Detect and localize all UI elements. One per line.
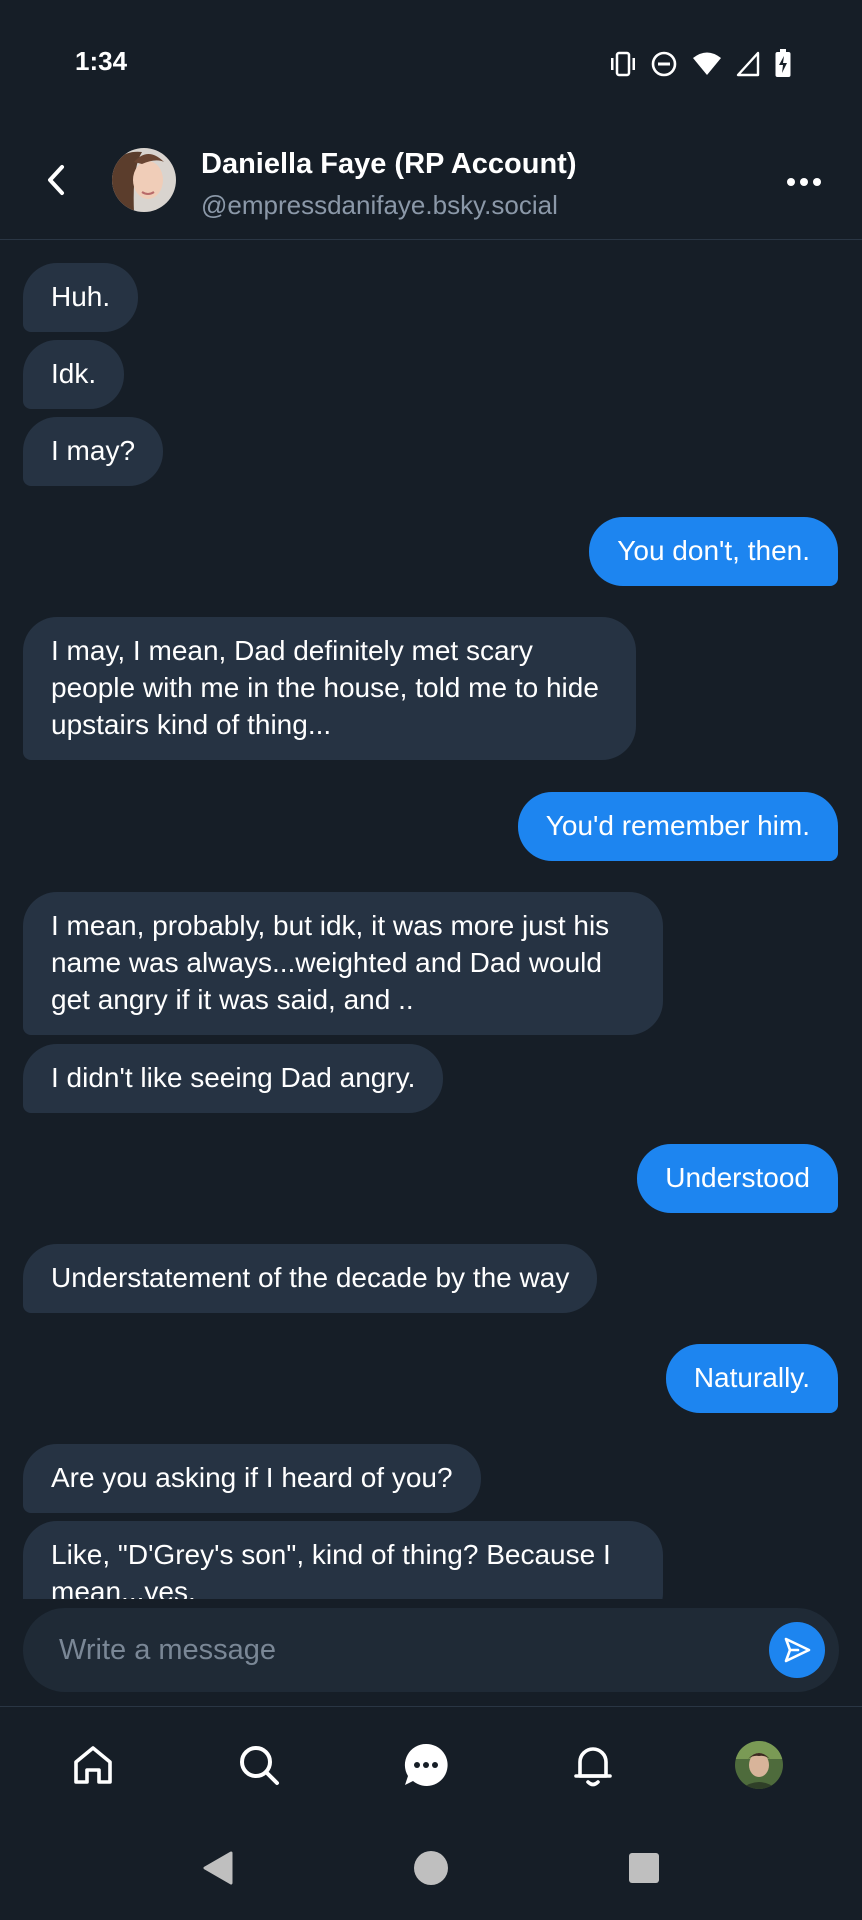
message-bubble-incoming[interactable]: Understatement of the decade by the way <box>23 1244 598 1313</box>
message-bubble-outgoing[interactable]: Naturally. <box>665 1344 838 1413</box>
nav-home[interactable] <box>63 1737 123 1793</box>
system-recents-button[interactable] <box>622 1846 666 1890</box>
message-bubble-incoming[interactable]: I may, I mean, Dad definitely met scary … <box>23 617 636 760</box>
more-options-button[interactable] <box>784 162 824 202</box>
nav-notifications[interactable] <box>563 1737 623 1793</box>
message-input[interactable] <box>59 1608 739 1692</box>
vibrate-icon <box>610 50 636 78</box>
message-bubble-outgoing[interactable]: You don't, then. <box>589 517 838 586</box>
message-bubble-incoming[interactable]: I didn't like seeing Dad angry. <box>23 1044 444 1113</box>
message-composer <box>23 1608 839 1692</box>
message-bubble-outgoing[interactable]: You'd remember him. <box>517 792 838 861</box>
bottom-navigation <box>0 1706 862 1816</box>
message-bubble-incoming[interactable]: I may? <box>23 417 164 486</box>
nav-search[interactable] <box>229 1737 289 1793</box>
system-navigation-bar <box>0 1816 862 1920</box>
status-time: 1:34 <box>75 46 128 76</box>
message-bubble-incoming[interactable]: Are you asking if I heard of you? <box>23 1444 481 1513</box>
send-button[interactable] <box>769 1622 825 1678</box>
message-bubble-incoming[interactable]: Idk. <box>23 340 125 409</box>
cell-signal-icon <box>736 51 760 77</box>
message-bubble-incoming[interactable]: I mean, probably, but idk, it was more j… <box>23 892 663 1035</box>
system-home-button[interactable] <box>409 1846 453 1890</box>
wifi-icon <box>692 51 722 77</box>
conversation-header: Daniella Faye (RP Account) @empressdanif… <box>0 120 862 240</box>
chat-icon <box>404 1743 448 1786</box>
status-icons <box>610 48 792 80</box>
home-icon <box>74 1746 112 1784</box>
back-button[interactable] <box>36 156 76 204</box>
peer-display-name: Daniella Faye (RP Account) <box>201 148 577 180</box>
message-list[interactable]: Huh. Idk. I may? You don't, then. I may,… <box>0 241 862 1599</box>
peer-handle: @empressdanifaye.bsky.social <box>201 190 558 220</box>
ellipsis-icon <box>787 178 821 186</box>
status-bar: 1:34 <box>0 0 862 120</box>
send-icon <box>784 1637 811 1663</box>
circle-home-icon <box>414 1851 448 1885</box>
message-bubble-outgoing[interactable]: Understood <box>637 1144 838 1213</box>
nav-chat[interactable] <box>396 1737 456 1793</box>
battery-charging-icon <box>774 49 792 79</box>
nav-profile[interactable] <box>729 1737 789 1793</box>
message-bubble-incoming[interactable]: Like, "D'Grey's son", kind of thing? Bec… <box>23 1521 663 1599</box>
peer-avatar[interactable] <box>112 148 176 212</box>
system-back-button[interactable] <box>196 1846 240 1890</box>
notifications-bell-icon <box>574 1747 612 1787</box>
message-bubble-incoming[interactable]: Huh. <box>23 263 139 332</box>
chevron-left-icon <box>48 165 64 195</box>
do-not-disturb-icon <box>650 50 678 78</box>
square-recents-icon <box>629 1853 659 1883</box>
triangle-back-icon <box>203 1851 233 1885</box>
search-icon <box>240 1746 279 1785</box>
profile-avatar <box>735 1741 783 1789</box>
